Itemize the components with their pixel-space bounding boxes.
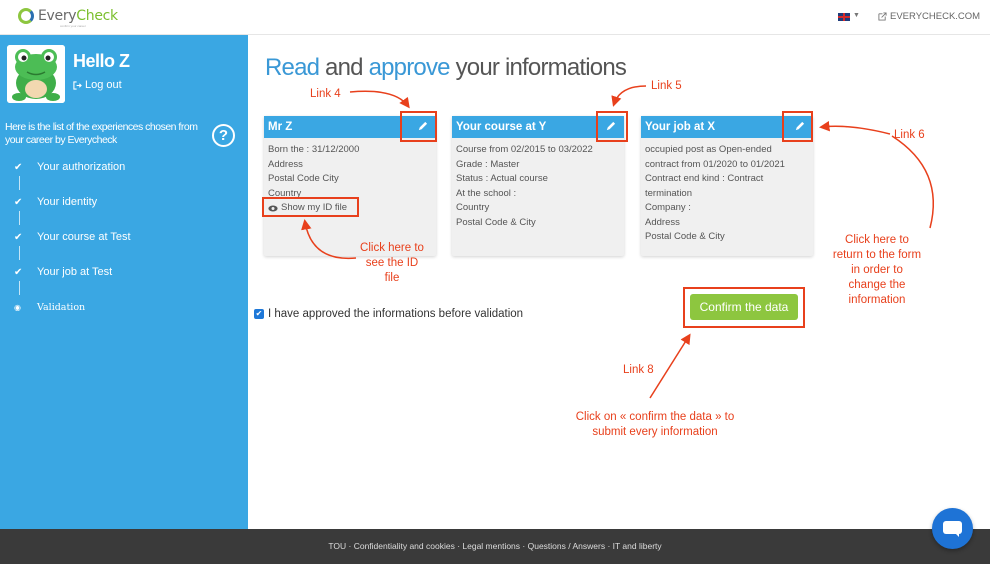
check-icon: ✔ bbox=[14, 231, 23, 243]
question-circle-icon[interactable]: ? bbox=[212, 124, 235, 147]
footer-link-legal[interactable]: Legal mentions bbox=[462, 541, 520, 551]
check-icon: ✔ bbox=[14, 161, 23, 173]
arrow-link8 bbox=[649, 333, 691, 399]
logout-link[interactable]: Log out bbox=[73, 79, 122, 91]
annotation-box-link5 bbox=[596, 111, 628, 142]
step-authorization[interactable]: ✔ Your authorization bbox=[14, 161, 125, 173]
card-line: contract from 01/2020 to 01/2021 bbox=[645, 158, 785, 170]
card-body: Course from 02/2015 to 03/2022 Grade : M… bbox=[452, 138, 624, 230]
everycheck-logo[interactable]: EveryCheck confirm your career bbox=[18, 8, 118, 28]
card-line: At the school : bbox=[456, 187, 517, 199]
greeting: Hello Z bbox=[73, 51, 130, 71]
sidebar-intro: Here is the list of the experiences chos… bbox=[5, 121, 198, 146]
card-line: Course from 02/2015 to 03/2022 bbox=[456, 144, 593, 155]
arrow-link5 bbox=[611, 85, 647, 107]
check-icon: ✔ bbox=[14, 196, 23, 208]
card-title: Your job at X bbox=[645, 121, 716, 133]
external-link-icon bbox=[878, 12, 887, 21]
card-line: Postal Code City bbox=[268, 173, 339, 184]
step-identity[interactable]: ✔ Your identity bbox=[14, 196, 97, 208]
arrow-link6-top bbox=[819, 120, 891, 135]
footer: TOU · Confidentiality and cookies · Lega… bbox=[0, 529, 990, 564]
logout-icon bbox=[73, 80, 82, 90]
chevron-down-icon[interactable]: ▼ bbox=[853, 12, 860, 19]
step-label: Your authorization bbox=[37, 161, 126, 173]
annotation-box-id-file bbox=[262, 197, 359, 217]
checkbox-checked-icon[interactable]: ✔ bbox=[254, 309, 264, 319]
sidebar: Hello Z Log out Here is the list of the … bbox=[0, 35, 248, 529]
uk-flag-icon[interactable] bbox=[838, 13, 850, 21]
card-title: Mr Z bbox=[268, 121, 293, 133]
step-label: Validation bbox=[37, 302, 86, 313]
top-bar: EveryCheck confirm your career ▼ EVERYCH… bbox=[0, 0, 990, 35]
step-connector bbox=[19, 246, 20, 260]
step-connector bbox=[19, 281, 20, 295]
footer-link-faq[interactable]: Questions / Answers bbox=[528, 541, 605, 551]
annotation-link5: Link 5 bbox=[651, 80, 682, 92]
card-line: Address bbox=[645, 216, 680, 228]
site-link-label: EVERYCHECK.COM bbox=[890, 11, 981, 22]
card-title: Your course at Y bbox=[456, 121, 547, 133]
card-line: Born the : 31/12/2000 bbox=[268, 144, 360, 155]
annotation-return-hint: Click here to return to the form in orde… bbox=[832, 234, 922, 306]
annotation-id-hint: Click here to see the ID file bbox=[360, 242, 424, 284]
card-line: Grade : Master bbox=[456, 158, 520, 170]
footer-link-confidentiality[interactable]: Confidentiality and cookies bbox=[354, 541, 455, 551]
step-validation[interactable]: ◉ Validation bbox=[14, 302, 85, 313]
approve-checkbox[interactable]: ✔ I have approved the informations befor… bbox=[254, 308, 523, 320]
annotation-confirm-hint: Click on « confirm the data » to submit … bbox=[575, 411, 735, 438]
logout-label: Log out bbox=[85, 79, 122, 91]
everycheck-site-link[interactable]: EVERYCHECK.COM bbox=[878, 11, 980, 22]
annotation-link8: Link 8 bbox=[623, 364, 654, 376]
annotation-box-link4 bbox=[400, 111, 437, 142]
step-connector bbox=[19, 211, 20, 225]
annotation-link6: Link 6 bbox=[894, 129, 925, 141]
step-label: Your course at Test bbox=[37, 231, 131, 243]
page-title: Read and approve your informations bbox=[265, 54, 627, 81]
card-body: occupied post as Open-ended contract fro… bbox=[641, 138, 813, 245]
logo-text: EveryCheck bbox=[38, 8, 118, 24]
card-line: Company : bbox=[645, 202, 691, 213]
step-job[interactable]: ✔ Your job at Test bbox=[14, 266, 112, 278]
card-line: Postal Code & City bbox=[645, 231, 725, 242]
arrow-link4 bbox=[349, 90, 410, 109]
card-line: Country bbox=[456, 202, 490, 213]
card-line: occupied post as Open-ended bbox=[645, 144, 772, 155]
eye-icon: ◉ bbox=[14, 303, 21, 312]
check-icon: ✔ bbox=[14, 266, 23, 278]
arrow-link6-bottom bbox=[891, 135, 934, 229]
chat-bubble-icon[interactable] bbox=[932, 508, 973, 549]
card-line: Contract end kind : Contract bbox=[645, 173, 764, 184]
annotation-box-link6 bbox=[782, 111, 813, 142]
card-line: Address bbox=[268, 158, 303, 170]
annotation-box-link8 bbox=[683, 287, 805, 328]
card-line: termination bbox=[645, 187, 692, 199]
step-course[interactable]: ✔ Your course at Test bbox=[14, 231, 131, 243]
step-label: Your identity bbox=[37, 196, 98, 208]
footer-link-tou[interactable]: TOU bbox=[328, 541, 346, 551]
logo-tagline: confirm your career bbox=[60, 24, 86, 28]
annotation-link4: Link 4 bbox=[310, 88, 341, 100]
footer-link-it-liberty[interactable]: IT and liberty bbox=[613, 541, 662, 551]
card-line: Status : Actual course bbox=[456, 173, 548, 184]
card-line: Postal Code & City bbox=[456, 216, 536, 228]
logo-mark-icon bbox=[18, 8, 34, 24]
frog-avatar-icon bbox=[7, 45, 65, 103]
avatar bbox=[7, 45, 65, 103]
approve-label: I have approved the informations before … bbox=[268, 308, 524, 320]
step-connector bbox=[19, 176, 20, 190]
step-label: Your job at Test bbox=[37, 266, 113, 278]
